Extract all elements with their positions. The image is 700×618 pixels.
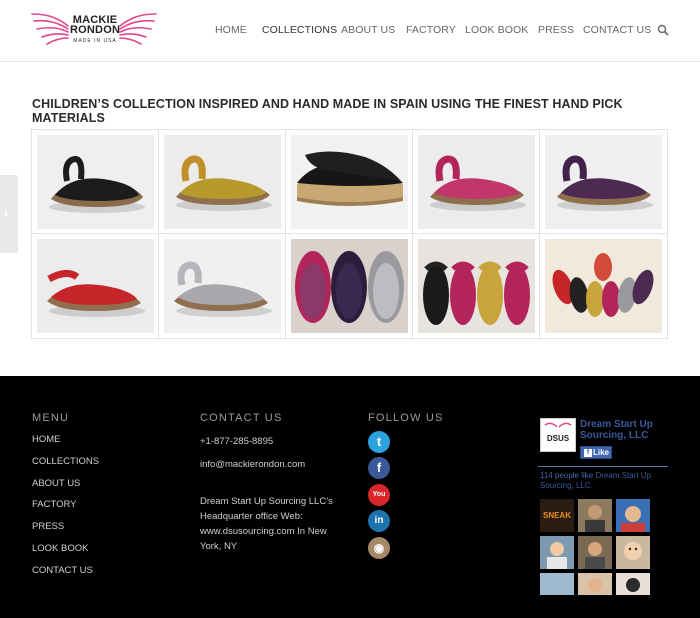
brand-line-2: RONDON xyxy=(70,24,121,36)
facebook-likes-count: 114 people like xyxy=(540,471,594,480)
dsus-logo-text: DSUS xyxy=(547,434,570,443)
footer-link-press[interactable]: PRESS xyxy=(32,521,99,543)
dsus-logo[interactable]: DSUS xyxy=(540,418,576,452)
fan-avatar[interactable] xyxy=(578,573,612,595)
twitter-icon[interactable]: t xyxy=(368,431,390,453)
fan-avatar[interactable] xyxy=(578,536,612,569)
product-photo[interactable] xyxy=(418,239,535,333)
product-photo[interactable] xyxy=(291,239,408,333)
brand-tagline: MADE IN USA xyxy=(73,38,117,44)
product-photo[interactable] xyxy=(37,239,154,333)
fan-avatar[interactable] xyxy=(616,536,650,569)
fan-avatar[interactable]: SNEAK xyxy=(540,499,574,532)
contact-email[interactable]: info@mackierondon.com xyxy=(200,457,340,472)
fan-avatar[interactable] xyxy=(578,499,612,532)
product-photo[interactable] xyxy=(37,135,154,229)
page-title: CHILDREN’S COLLECTION INSPIRED AND HAND … xyxy=(32,97,623,125)
footer-follow-heading: FOLLOW US xyxy=(368,412,444,424)
footer-link-contact-us[interactable]: CONTACT US xyxy=(32,565,99,587)
fan-avatar[interactable] xyxy=(540,536,574,569)
footer-link-factory[interactable]: FACTORY xyxy=(32,499,99,521)
contact-address: Dream Start Up Sourcing LLC’s Headquarte… xyxy=(200,496,333,552)
product-photo[interactable] xyxy=(545,135,662,229)
nav-home[interactable]: HOME xyxy=(215,24,247,36)
previous-slide-tab[interactable]: ‹ xyxy=(0,175,18,253)
nav-factory[interactable]: FACTORY xyxy=(406,24,456,36)
fan-avatar[interactable] xyxy=(540,573,574,595)
nav-look-book[interactable]: LOOK BOOK xyxy=(465,24,528,36)
facebook-f-icon: f xyxy=(584,448,592,457)
facebook-icon[interactable]: f xyxy=(368,457,390,479)
gallery-item[interactable] xyxy=(32,234,159,338)
gallery-item[interactable] xyxy=(540,234,667,338)
site-header: MACKIE RONDON MADE IN USA HOME COLLECTIO… xyxy=(0,0,700,62)
brand-wordmark: MACKIE RONDON MADE IN USA xyxy=(70,15,120,46)
footer-contact-heading: CONTACT US xyxy=(200,412,283,424)
facebook-page-name[interactable]: Dream Start Up Sourcing, LLC xyxy=(580,419,668,441)
facebook-likes-text: 114 people like Dream Start Up Sourcing,… xyxy=(540,471,668,491)
facebook-page-card: DSUS Dream Start Up Sourcing, LLC f Like xyxy=(538,416,668,468)
facebook-like-button[interactable]: f Like xyxy=(580,446,612,459)
search-icon[interactable] xyxy=(657,24,669,36)
gallery-item[interactable] xyxy=(286,130,413,234)
nav-press[interactable]: PRESS xyxy=(538,24,574,36)
footer-menu-heading: MENU xyxy=(32,412,70,424)
contact-info: +1-877-285-8895 info@mackierondon.com Dr… xyxy=(200,434,340,554)
facebook-page-widget: DSUS Dream Start Up Sourcing, LLC f Like … xyxy=(538,416,668,596)
footer-menu: HOME COLLECTIONS ABOUT US FACTORY PRESS … xyxy=(32,434,99,587)
gallery-item[interactable] xyxy=(159,234,286,338)
brand-logo[interactable]: MACKIE RONDON MADE IN USA xyxy=(30,10,158,52)
linkedin-icon[interactable]: in xyxy=(368,510,390,532)
nav-collections[interactable]: COLLECTIONS xyxy=(262,24,337,36)
product-photo[interactable] xyxy=(164,239,281,333)
footer-link-about-us[interactable]: ABOUT US xyxy=(32,478,99,500)
gallery-item[interactable] xyxy=(286,234,413,338)
contact-phone[interactable]: +1-877-285-8895 xyxy=(200,434,340,449)
nav-about-us[interactable]: ABOUT US xyxy=(341,24,395,36)
gallery-item[interactable] xyxy=(540,130,667,234)
divider xyxy=(538,466,668,467)
footer-link-home[interactable]: HOME xyxy=(32,434,99,456)
fan-avatar-text: SNEAK xyxy=(543,511,571,520)
product-photo[interactable] xyxy=(418,135,535,229)
youtube-icon[interactable]: You xyxy=(368,484,390,506)
product-gallery xyxy=(31,129,668,339)
nav-contact-us[interactable]: CONTACT US xyxy=(583,24,651,36)
gallery-item[interactable] xyxy=(413,234,540,338)
footer-link-collections[interactable]: COLLECTIONS xyxy=(32,456,99,478)
gallery-item[interactable] xyxy=(32,130,159,234)
site-footer: MENU HOME COLLECTIONS ABOUT US FACTORY P… xyxy=(0,376,700,618)
footer-link-look-book[interactable]: LOOK BOOK xyxy=(32,543,99,565)
product-photo[interactable] xyxy=(164,135,281,229)
gallery-item[interactable] xyxy=(159,130,286,234)
fan-avatar[interactable] xyxy=(616,499,650,532)
product-photo[interactable] xyxy=(291,135,408,229)
instagram-icon[interactable]: ◉ xyxy=(368,537,390,559)
facebook-like-label: Like xyxy=(593,448,610,457)
chevron-left-icon: ‹ xyxy=(4,205,9,220)
fan-avatar[interactable] xyxy=(616,573,650,595)
product-photo[interactable] xyxy=(545,239,662,333)
gallery-item[interactable] xyxy=(413,130,540,234)
